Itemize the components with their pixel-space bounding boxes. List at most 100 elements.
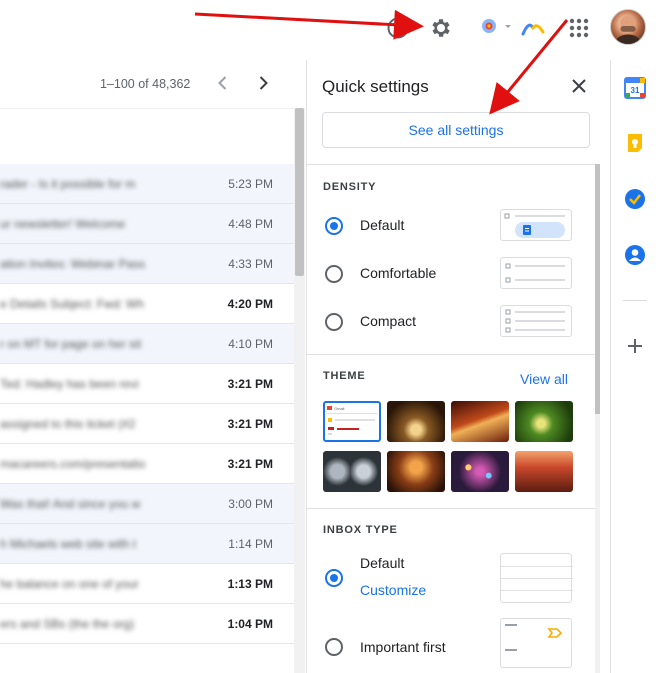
email-time: 4:20 PM bbox=[227, 297, 273, 311]
brand-logo-icon bbox=[521, 18, 545, 38]
density-compact-label: Compact bbox=[360, 313, 417, 329]
email-row[interactable]: ers and SBs (the the org) 1:04 PM bbox=[0, 604, 294, 644]
keep-icon[interactable] bbox=[624, 133, 646, 155]
density-default-option[interactable]: Default bbox=[323, 209, 593, 243]
email-snippet: e Details Subject: Fwd: Wh bbox=[0, 297, 145, 311]
email-snippet: ur newsletter! Welcome bbox=[0, 217, 126, 231]
email-snippet: assigned to this ticket (#2 bbox=[0, 417, 136, 431]
email-time: 4:48 PM bbox=[228, 217, 273, 231]
email-row[interactable]: h Michaels web site with t 1:14 PM bbox=[0, 524, 294, 564]
side-panel-divider bbox=[623, 300, 647, 301]
density-compact-preview bbox=[500, 305, 572, 337]
radio-selected[interactable] bbox=[325, 569, 343, 587]
inbox-type-section-title: INBOX TYPE bbox=[323, 524, 398, 536]
email-time: 1:13 PM bbox=[227, 577, 273, 591]
quick-settings-panel: Quick settings See all settings DENSITY … bbox=[306, 60, 600, 673]
quick-settings-scroll-thumb[interactable] bbox=[595, 164, 600, 414]
email-snippet: ers and SBs (the the org) bbox=[0, 617, 135, 631]
email-row[interactable]: assigned to this ticket (#2 3:21 PM bbox=[0, 404, 294, 444]
side-panel: 31 bbox=[610, 60, 662, 673]
radio-unselected[interactable] bbox=[325, 313, 343, 331]
theme-autumn-thumbnail[interactable] bbox=[387, 451, 445, 492]
email-snippet: h Michaels web site with t bbox=[0, 537, 137, 551]
density-comfortable-label: Comfortable bbox=[360, 265, 437, 281]
email-snippet: Ted: Hadley has been revi bbox=[0, 377, 139, 391]
density-default-preview bbox=[500, 209, 572, 241]
quick-settings-scrollbar[interactable] bbox=[595, 164, 600, 673]
view-all-themes-link[interactable]: View all bbox=[520, 371, 568, 387]
theme-section-title: THEME bbox=[323, 370, 366, 382]
email-snippet: Was that! And since you w bbox=[0, 497, 141, 511]
add-icon[interactable] bbox=[624, 335, 646, 357]
email-time: 3:21 PM bbox=[227, 377, 273, 391]
contacts-icon[interactable] bbox=[624, 244, 646, 266]
email-list-scrollbar[interactable] bbox=[294, 108, 305, 673]
density-comfortable-option[interactable]: Comfortable bbox=[323, 257, 593, 291]
account-switcher-icon[interactable] bbox=[478, 16, 514, 38]
theme-chess-thumbnail[interactable] bbox=[387, 401, 445, 442]
divider bbox=[307, 354, 595, 355]
email-row[interactable]: ur newsletter! Welcome 4:48 PM bbox=[0, 204, 294, 244]
email-row[interactable]: r on MT for page on her sit 4:10 PM bbox=[0, 324, 294, 364]
email-time: 3:00 PM bbox=[228, 497, 273, 511]
density-comfortable-preview bbox=[500, 257, 572, 289]
email-time: 4:10 PM bbox=[228, 337, 273, 351]
email-time: 5:23 PM bbox=[228, 177, 273, 191]
divider bbox=[307, 508, 595, 509]
inbox-default-preview bbox=[500, 553, 573, 603]
newer-page-button[interactable] bbox=[253, 73, 273, 93]
email-time: 1:14 PM bbox=[228, 537, 273, 551]
top-bar bbox=[0, 0, 662, 58]
density-compact-option[interactable]: Compact bbox=[323, 305, 593, 339]
email-row[interactable]: he balance on one of your 1:13 PM bbox=[0, 564, 294, 604]
see-all-settings-button[interactable]: See all settings bbox=[322, 112, 590, 148]
email-snippet: rader - Is it possible for m bbox=[0, 177, 136, 191]
email-snippet: macareers.com/presentatio bbox=[0, 457, 146, 471]
email-snippet: he balance on one of your bbox=[0, 577, 139, 591]
email-row[interactable]: ation Invites: Webinar Pass 4:33 PM bbox=[0, 244, 294, 284]
customize-inbox-link[interactable]: Customize bbox=[360, 582, 426, 598]
theme-thumbnail-label: Gmail bbox=[334, 406, 345, 411]
help-icon[interactable] bbox=[386, 16, 410, 40]
tasks-icon[interactable] bbox=[624, 188, 646, 210]
theme-bubbles-thumbnail[interactable] bbox=[323, 451, 381, 492]
close-icon[interactable] bbox=[569, 76, 589, 96]
email-snippet: r on MT for page on her sit bbox=[0, 337, 142, 351]
email-row[interactable]: e Details Subject: Fwd: Wh 4:20 PM bbox=[0, 284, 294, 324]
email-row[interactable]: Ted: Hadley has been revi 3:21 PM bbox=[0, 364, 294, 404]
user-avatar[interactable] bbox=[610, 9, 646, 45]
email-snippet: ation Invites: Webinar Pass bbox=[0, 257, 146, 271]
radio-selected[interactable] bbox=[325, 217, 343, 235]
theme-canyon-thumbnail[interactable] bbox=[451, 401, 509, 442]
density-section-title: DENSITY bbox=[323, 181, 377, 193]
list-header-area bbox=[0, 108, 294, 164]
quick-settings-title: Quick settings bbox=[322, 77, 429, 96]
email-time: 1:04 PM bbox=[227, 617, 273, 631]
gear-icon[interactable] bbox=[429, 16, 453, 40]
theme-default-thumbnail[interactable]: Gmail bbox=[323, 401, 381, 442]
inbox-important-first-label: Important first bbox=[360, 639, 446, 655]
email-row[interactable]: Was that! And since you w 3:00 PM bbox=[0, 484, 294, 524]
inbox-default-label: Default bbox=[360, 555, 405, 571]
radio-unselected[interactable] bbox=[325, 265, 343, 283]
pagination-range: 1–100 of 48,362 bbox=[100, 77, 191, 91]
divider bbox=[307, 164, 595, 165]
inbox-important-first-preview bbox=[500, 618, 572, 668]
radio-unselected[interactable] bbox=[325, 638, 343, 656]
email-time: 4:33 PM bbox=[228, 257, 273, 271]
email-row[interactable]: macareers.com/presentatio 3:21 PM bbox=[0, 444, 294, 484]
email-time: 3:21 PM bbox=[227, 457, 273, 471]
older-page-button[interactable] bbox=[213, 73, 233, 93]
calendar-day-number: 31 bbox=[631, 86, 640, 95]
theme-lights-thumbnail[interactable] bbox=[451, 451, 509, 492]
apps-grid-icon[interactable] bbox=[568, 17, 590, 39]
email-list: rader - Is it possible for m 5:23 PM ur n… bbox=[0, 164, 294, 644]
theme-desert-thumbnail[interactable] bbox=[515, 451, 573, 492]
calendar-icon[interactable]: 31 bbox=[624, 77, 646, 99]
list-toolbar: 1–100 of 48,362 bbox=[0, 60, 294, 108]
email-time: 3:21 PM bbox=[227, 417, 273, 431]
density-default-label: Default bbox=[360, 217, 405, 233]
email-list-scroll-thumb[interactable] bbox=[295, 108, 304, 276]
theme-leaf-thumbnail[interactable] bbox=[515, 401, 573, 442]
email-row[interactable]: rader - Is it possible for m 5:23 PM bbox=[0, 164, 294, 204]
